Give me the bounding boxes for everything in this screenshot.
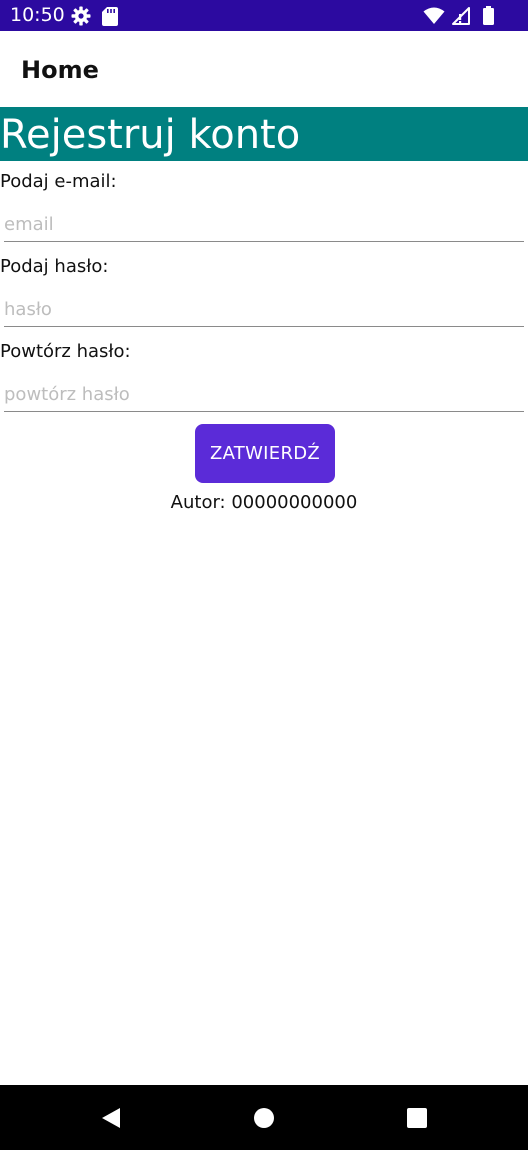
author-text: Autor: 00000000000 [170, 492, 358, 513]
email-field[interactable] [4, 207, 524, 242]
submit-button[interactable]: ZATWIERDŹ [195, 424, 335, 483]
battery-icon [483, 6, 494, 29]
signal-icon [451, 6, 471, 29]
heading-band: Rejestruj konto [0, 107, 528, 161]
app-screen: 10:50 Home Rejestruj konto Podaj e-mail:… [0, 0, 528, 1150]
wifi-icon [423, 7, 445, 29]
status-left-icons [71, 6, 118, 30]
status-right-icons [423, 6, 494, 29]
page-title: Home [21, 56, 99, 84]
back-icon[interactable] [98, 1105, 124, 1131]
email-label: Podaj e-mail: [0, 171, 117, 192]
navigation-bar [0, 1085, 528, 1150]
repeat-password-label: Powtórz hasło: [0, 341, 131, 362]
register-heading: Rejestruj konto [0, 112, 301, 158]
home-icon[interactable] [251, 1105, 277, 1131]
app-bar: Home [0, 31, 528, 107]
password-label: Podaj hasło: [0, 256, 109, 277]
repeat-password-field[interactable] [4, 377, 524, 412]
status-bar: 10:50 [0, 0, 528, 31]
password-field[interactable] [4, 292, 524, 327]
sd-card-icon [102, 6, 118, 30]
gear-icon [71, 6, 91, 30]
recents-icon[interactable] [404, 1105, 430, 1131]
status-time: 10:50 [10, 4, 65, 26]
